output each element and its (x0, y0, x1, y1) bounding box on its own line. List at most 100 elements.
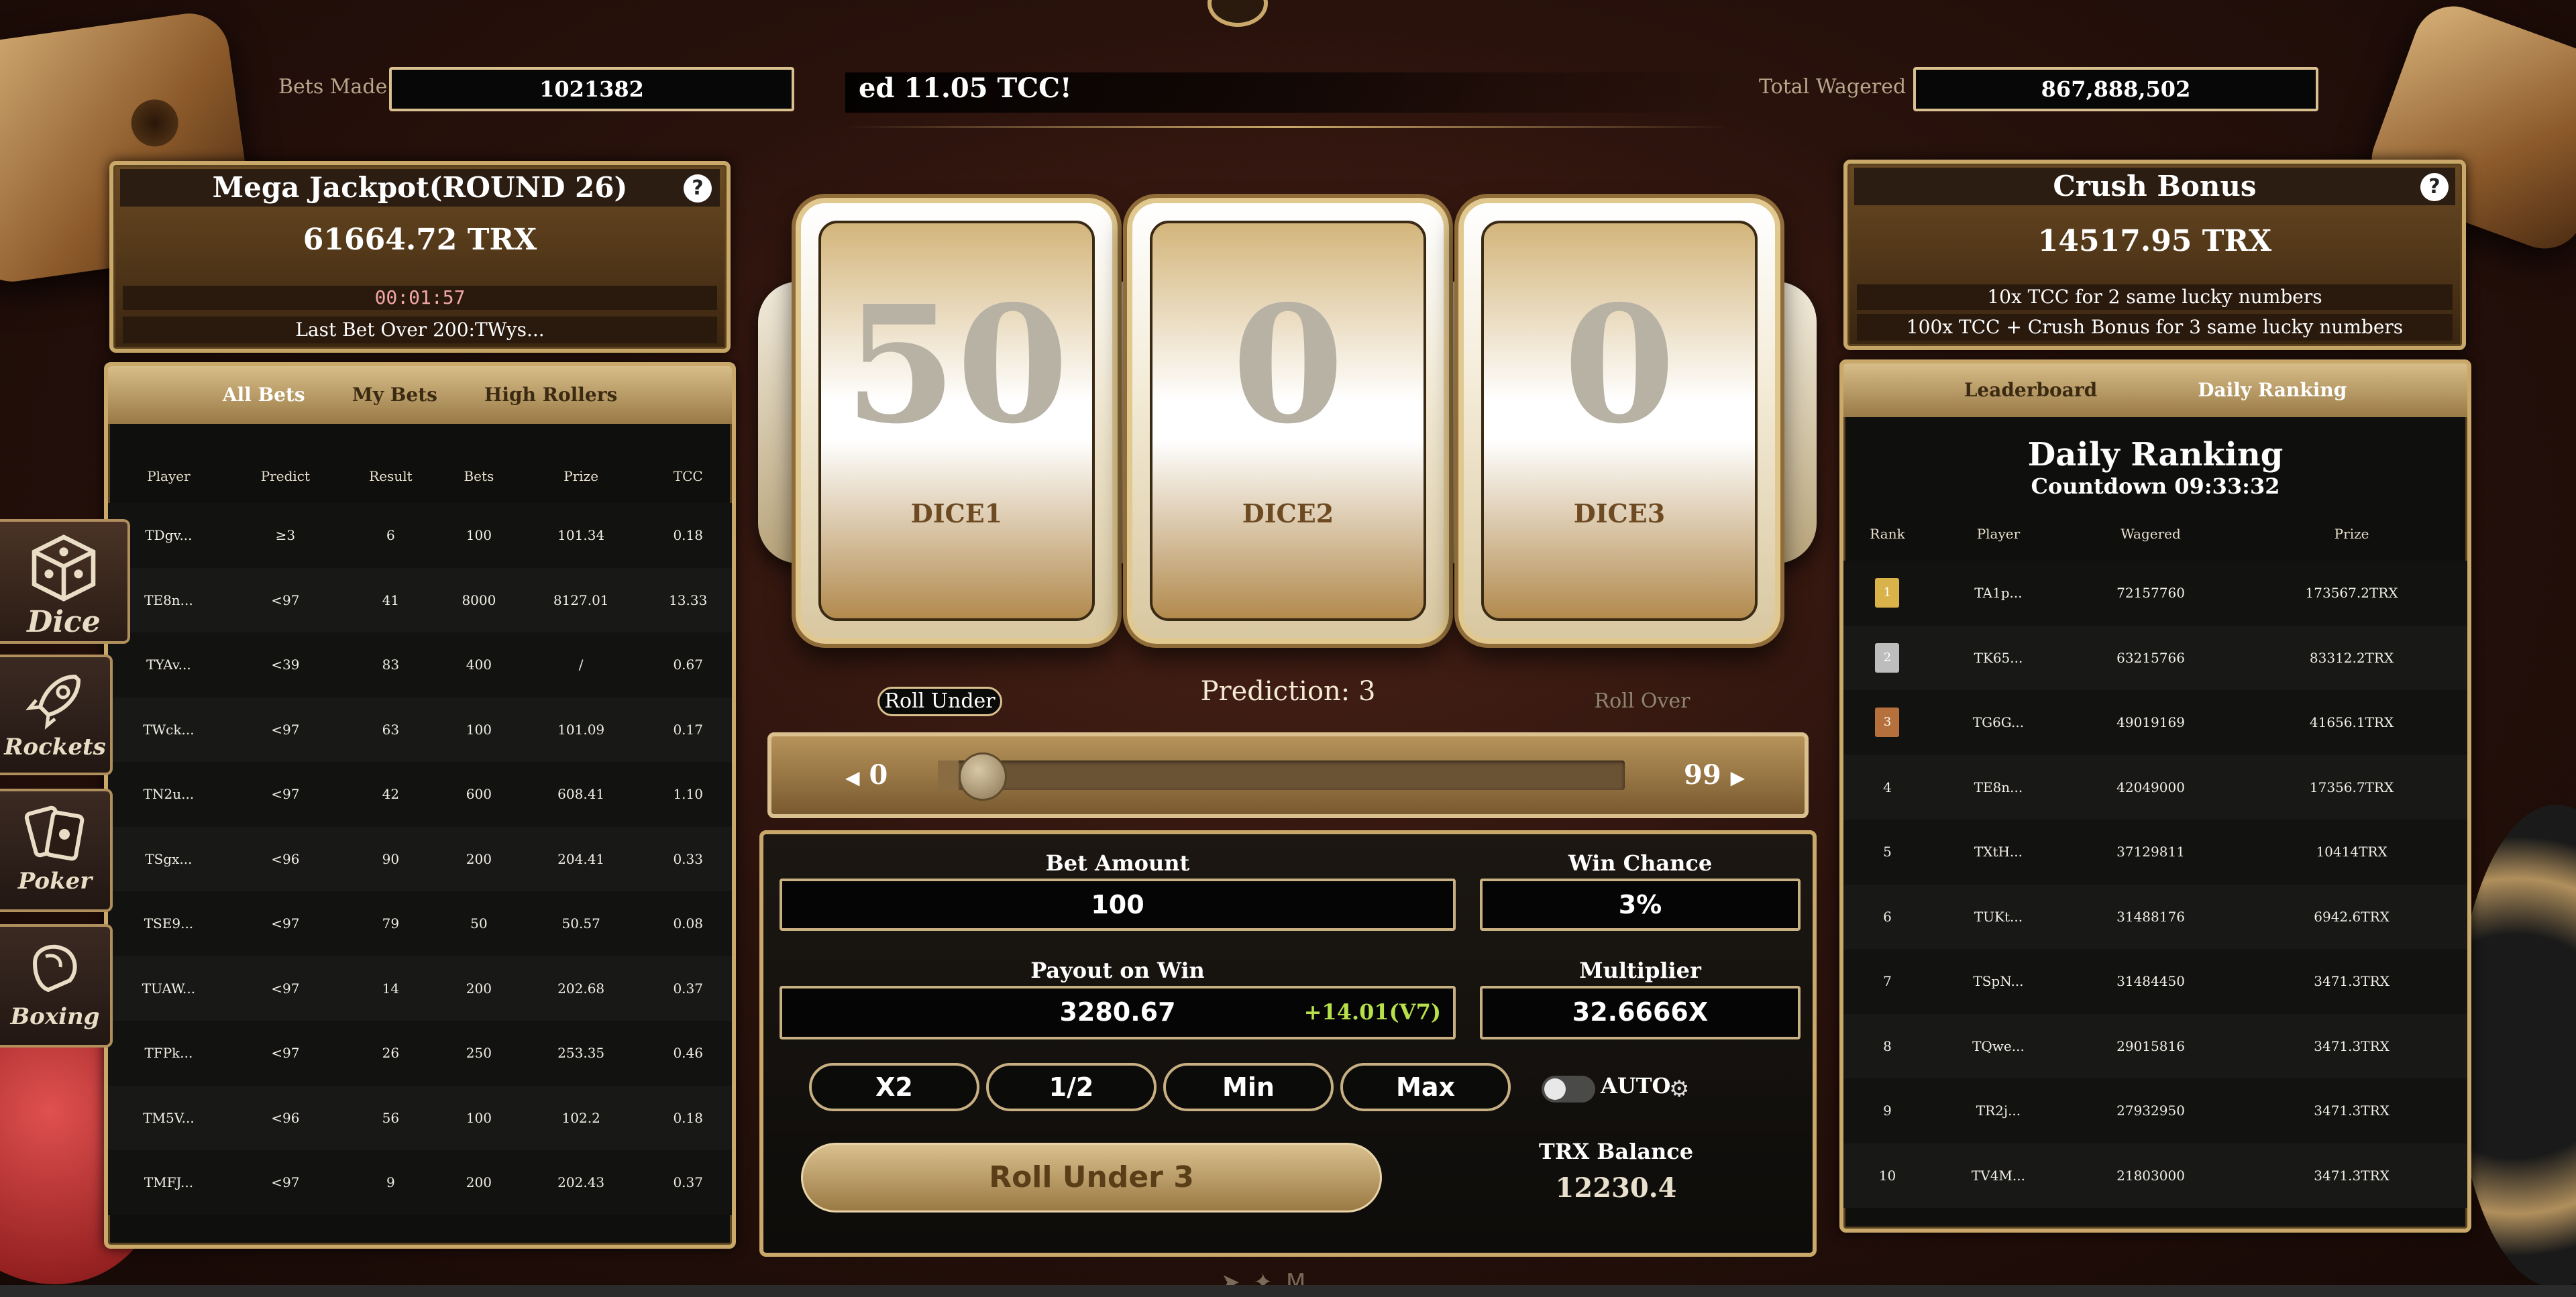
slider-max[interactable]: 99 ▶ (1684, 759, 1745, 791)
crush-title-bar: Crush Bonus (1854, 168, 2455, 205)
dice-reel-1-window: 50 DICE1 (818, 221, 1095, 621)
cell-prize: 50.57 (517, 891, 645, 956)
rank-medal-badge: 3 (1875, 708, 1900, 738)
roll-under-toggle[interactable]: Roll Under (877, 687, 1002, 716)
cell-result: 56 (341, 1085, 440, 1150)
cell-wagered: 21803000 (2065, 1143, 2237, 1208)
cell-player: TN2u... (108, 762, 229, 827)
tab-high-rollers[interactable]: High Rollers (484, 366, 617, 424)
boxing-glove-icon (32, 944, 77, 993)
ranking-tabs: Leaderboard Daily Ranking (1843, 363, 2467, 417)
cell-result: 14 (341, 956, 440, 1021)
cell-bets: 200 (439, 956, 518, 1021)
nav-poker-label: Poker (17, 868, 93, 895)
total-wagered-label: Total Wagered (1759, 75, 1907, 99)
nav-boxing[interactable]: Boxing (0, 924, 113, 1048)
table-row: 8 TQwe... 29015816 3471.3TRX (1843, 1013, 2467, 1078)
auto-settings-gear-icon[interactable]: ⚙ (1669, 1076, 1689, 1103)
cell-tcc: 0.18 (644, 1085, 732, 1150)
cell-predict: <39 (229, 632, 341, 697)
bet-amount-input[interactable]: 100 (780, 879, 1456, 931)
cell-prize: 17356.7TRX (2236, 754, 2467, 820)
jackpot-help-icon[interactable]: ? (684, 174, 712, 203)
table-row: TE8n... <97 41 8000 8127.01 13.33 (108, 567, 732, 632)
cell-predict: <97 (229, 567, 341, 632)
cell-prize: 3471.3TRX (2236, 1143, 2467, 1208)
bets-table: Player Predict Result Bets Prize TCC TDg… (108, 449, 732, 1215)
cell-bets: 200 (439, 1150, 518, 1215)
table-row: TSgx... <96 90 200 204.41 0.33 (108, 826, 732, 891)
table-row: TN2u... <97 42 600 608.41 1.10 (108, 762, 732, 827)
crush-line-1: 10x TCC for 2 same lucky numbers (1857, 284, 2453, 310)
auto-toggle-knob (1544, 1078, 1566, 1100)
cell-result: 41 (341, 567, 440, 632)
nav-rockets[interactable]: Rockets (0, 655, 113, 775)
cell-prize: 83312.2TRX (2236, 625, 2467, 690)
cell-tcc: 0.33 (644, 826, 732, 891)
jackpot-amount: 61664.72 TRX (303, 223, 537, 257)
cell-bets: 600 (439, 762, 518, 827)
cell-result: 79 (341, 891, 440, 956)
half-button[interactable]: 1/2 (986, 1063, 1157, 1111)
payout-label: Payout on Win (1030, 958, 1205, 983)
rank-medal-badge: 2 (1875, 642, 1900, 673)
roll-under-button[interactable]: Roll Under 3 (801, 1143, 1382, 1213)
trx-balance-label: TRX Balance (1538, 1139, 1694, 1164)
cell-wagered: 31488176 (2065, 884, 2237, 949)
x2-button[interactable]: X2 (809, 1063, 979, 1111)
table-row: 9 TR2j... 27932950 3471.3TRX (1843, 1078, 2467, 1143)
cell-result: 6 (341, 503, 440, 568)
table-row: 4 TE8n... 42049000 17356.7TRX (1843, 754, 2467, 820)
slider-min[interactable]: ◀ 0 (845, 759, 888, 791)
tab-daily-ranking[interactable]: Daily Ranking (2198, 363, 2347, 417)
min-button[interactable]: Min (1163, 1063, 1334, 1111)
mega-jackpot-panel: Mega Jackpot(ROUND 26) ? 61664.72 TRX 00… (109, 161, 731, 353)
rocket-icon (25, 674, 81, 730)
rank-medal-badge: 1 (1875, 578, 1900, 608)
roll-over-toggle[interactable]: Roll Over (1576, 687, 1708, 716)
tab-leaderboard[interactable]: Leaderboard (1964, 363, 2098, 417)
cell-player: TUAW... (108, 956, 229, 1021)
table-row: 10 TV4M... 21803000 3471.3TRX (1843, 1143, 2467, 1208)
cell-tcc: 0.17 (644, 697, 732, 762)
cell-player: TXtH... (1931, 820, 2065, 885)
cell-result: 83 (341, 632, 440, 697)
slider-max-value: 99 (1684, 759, 1721, 791)
cell-wagered: 29015816 (2065, 1013, 2237, 1078)
slider-track[interactable] (938, 752, 1625, 801)
dice-reel-1: 50 DICE1 (796, 198, 1118, 644)
table-row: TDgv... ≥3 6 100 101.34 0.18 (108, 503, 732, 568)
tab-my-bets[interactable]: My Bets (352, 366, 437, 424)
table-row: TM5V... <96 56 100 102.2 0.18 (108, 1085, 732, 1150)
table-row: TFPk... <97 26 250 253.35 0.46 (108, 1021, 732, 1086)
crush-title: Crush Bonus (2053, 170, 2257, 203)
nav-poker[interactable]: Poker (0, 789, 113, 912)
payout-value: 3280.67 (1059, 997, 1176, 1027)
cell-rank: 9 (1843, 1078, 1931, 1143)
nav-boxing-label: Boxing (10, 1003, 100, 1030)
bets-made-label: Bets Made (278, 75, 388, 99)
cards-icon (24, 805, 85, 861)
max-button[interactable]: Max (1340, 1063, 1511, 1111)
cell-rank: 8 (1843, 1013, 1931, 1078)
cell-player: TG6G... (1931, 690, 2065, 755)
cell-bets: 50 (439, 891, 518, 956)
auto-toggle[interactable] (1542, 1076, 1595, 1103)
cell-prize: 253.35 (517, 1021, 645, 1086)
cell-prize: 3471.3TRX (2236, 949, 2467, 1014)
slider-thumb[interactable] (959, 752, 1007, 801)
cell-bets: 250 (439, 1021, 518, 1086)
cell-prize: 3471.3TRX (2236, 1078, 2467, 1143)
ranking-panel: Leaderboard Daily Ranking Daily Ranking … (1839, 359, 2471, 1233)
cell-result: 63 (341, 697, 440, 762)
crush-line-2: 100x TCC + Crush Bonus for 3 same lucky … (1857, 314, 2453, 341)
crush-help-icon[interactable]: ? (2420, 173, 2449, 201)
cell-prize: 202.43 (517, 1150, 645, 1215)
decorative-chip-right (2455, 805, 2576, 1288)
col-prize: Prize (564, 468, 599, 484)
cell-result: 9 (341, 1150, 440, 1215)
tab-all-bets[interactable]: All Bets (223, 366, 305, 424)
nav-dice[interactable]: Dice (0, 519, 130, 644)
cell-result: 26 (341, 1021, 440, 1086)
cell-prize: 102.2 (517, 1085, 645, 1150)
